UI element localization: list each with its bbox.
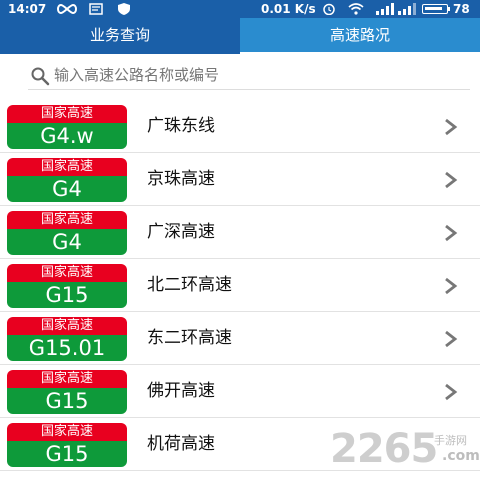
- chevron-right-icon: [445, 171, 458, 189]
- road-name: 东二环高速: [147, 328, 232, 348]
- highway-sign: 国家高速 G15: [7, 423, 127, 467]
- alarm-icon: [323, 3, 335, 15]
- road-name: 广深高速: [147, 222, 215, 242]
- sign-header: 国家高速: [7, 158, 127, 176]
- watermark-site: 手游网: [434, 434, 467, 447]
- sign-header: 国家高速: [7, 211, 127, 229]
- chevron-right-icon: [445, 118, 458, 136]
- sign-header: 国家高速: [7, 317, 127, 335]
- sign-code: G4.w: [7, 123, 127, 149]
- chevron-right-icon: [445, 330, 458, 348]
- watermark-domain: .com: [442, 448, 480, 464]
- signal-icon-2: [398, 3, 416, 15]
- sign-code: G15: [7, 441, 127, 467]
- signal-icon: [376, 3, 394, 15]
- sign-code: G15: [7, 282, 127, 308]
- tab-bar: 业务查询 高速路况: [0, 18, 480, 54]
- infinity-icon: [57, 3, 77, 15]
- search-bar: [28, 62, 470, 90]
- road-name: 佛开高速: [147, 381, 215, 401]
- highway-sign: 国家高速 G15: [7, 370, 127, 414]
- highway-sign: 国家高速 G15: [7, 264, 127, 308]
- highway-sign: 国家高速 G15.01: [7, 317, 127, 361]
- watermark-logo: 2265 手游网 .com: [330, 424, 480, 474]
- wifi-icon: [348, 3, 364, 15]
- sign-code: G15.01: [7, 335, 127, 361]
- chevron-right-icon: [445, 224, 458, 242]
- road-list-item[interactable]: 国家高速 G4 京珠高速: [0, 153, 480, 206]
- tab-business-query[interactable]: 业务查询: [0, 18, 240, 54]
- chevron-right-icon: [445, 277, 458, 295]
- highway-sign: 国家高速 G4: [7, 158, 127, 202]
- road-list-item[interactable]: 国家高速 G4 广深高速: [0, 206, 480, 259]
- road-name: 机荷高速: [147, 434, 215, 454]
- road-name: 京珠高速: [147, 169, 215, 189]
- watermark-number: 2265: [330, 426, 438, 472]
- message-icon: [89, 3, 103, 15]
- road-name: 北二环高速: [147, 275, 232, 295]
- status-bar: 14:07 0.01 K/s 78: [0, 0, 480, 18]
- road-name: 广珠东线: [147, 116, 215, 136]
- road-list-item[interactable]: 国家高速 G15 佛开高速: [0, 365, 480, 418]
- sign-header: 国家高速: [7, 423, 127, 441]
- road-list-item[interactable]: 国家高速 G15.01 东二环高速: [0, 312, 480, 365]
- status-time: 14:07: [8, 2, 47, 16]
- highway-sign: 国家高速 G4.w: [7, 105, 127, 149]
- sign-code: G4: [7, 229, 127, 255]
- battery-icon: [422, 4, 448, 14]
- shield-icon: [118, 3, 130, 15]
- search-icon: [31, 67, 50, 86]
- sign-header: 国家高速: [7, 370, 127, 388]
- battery-tip: [448, 7, 450, 11]
- highway-sign: 国家高速 G4: [7, 211, 127, 255]
- status-battery: 78: [453, 2, 470, 16]
- sign-code: G15: [7, 388, 127, 414]
- active-tab-indicator: [240, 52, 480, 55]
- chevron-right-icon: [445, 383, 458, 401]
- search-input[interactable]: [54, 62, 464, 88]
- sign-header: 国家高速: [7, 105, 127, 123]
- road-list-item[interactable]: 国家高速 G4.w 广珠东线: [0, 100, 480, 153]
- status-net-speed: 0.01 K/s: [261, 2, 316, 16]
- road-list-item[interactable]: 国家高速 G15 北二环高速: [0, 259, 480, 312]
- sign-code: G4: [7, 176, 127, 202]
- sign-header: 国家高速: [7, 264, 127, 282]
- tab-highway-conditions[interactable]: 高速路况: [240, 18, 480, 54]
